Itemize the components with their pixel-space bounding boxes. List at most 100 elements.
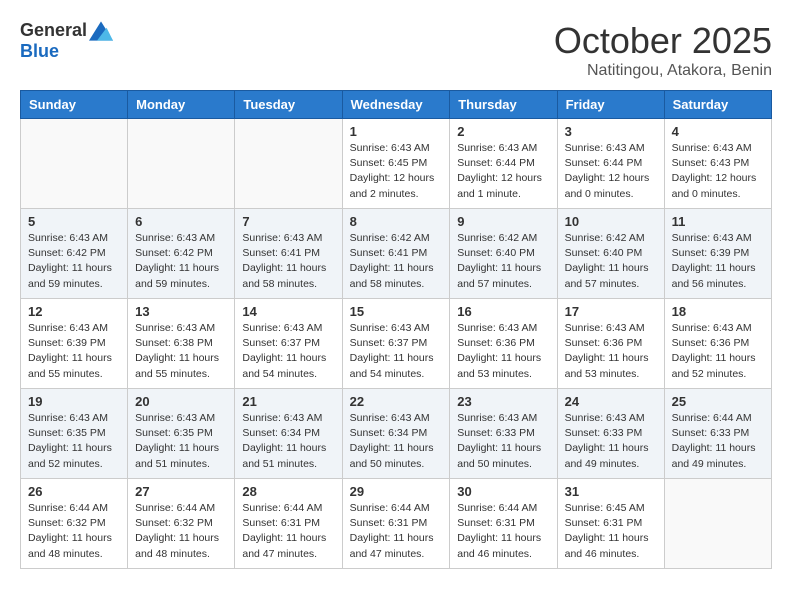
day-number: 1 <box>350 124 443 139</box>
calendar-cell: 22 Sunrise: 6:43 AM Sunset: 6:34 PM Dayli… <box>342 389 450 479</box>
day-info: Sunrise: 6:43 AM Sunset: 6:39 PM Dayligh… <box>672 231 764 292</box>
calendar-cell: 30 Sunrise: 6:44 AM Sunset: 6:31 PM Dayli… <box>450 479 557 569</box>
calendar-cell: 6Sunrise: 6:43 AM Sunset: 6:42 PM Daylig… <box>128 209 235 299</box>
calendar-cell: 26Sunrise: 6:44 AM Sunset: 6:32 PM Dayli… <box>21 479 128 569</box>
day-info: Sunrise: 6:43 AM Sunset: 6:38 PM Dayligh… <box>135 321 227 382</box>
day-info: Sunrise: 6:44 AM Sunset: 6:33 PM Dayligh… <box>672 411 764 472</box>
day-number: 31 <box>565 484 657 499</box>
day-number: 22 <box>350 394 443 409</box>
calendar-cell <box>235 119 342 209</box>
day-number: 11 <box>672 214 764 229</box>
calendar-cell: 5Sunrise: 6:43 AM Sunset: 6:42 PM Daylig… <box>21 209 128 299</box>
weekday-header: Thursday <box>450 91 557 119</box>
calendar-cell: 21 Sunrise: 6:43 AM Sunset: 6:34 PM Dayli… <box>235 389 342 479</box>
day-number: 12 <box>28 304 120 319</box>
day-info: Sunrise: 6:43 AM Sunset: 6:33 PM Dayligh… <box>565 411 657 472</box>
day-number: 13 <box>135 304 227 319</box>
calendar-cell: 11 Sunrise: 6:43 AM Sunset: 6:39 PM Dayli… <box>664 209 771 299</box>
logo-blue-text: Blue <box>20 41 59 62</box>
day-info: Sunrise: 6:43 AM Sunset: 6:44 PM Dayligh… <box>457 141 549 202</box>
calendar-week-row: 26 Sunrise: 6:44 AM Sunset: 6:32 PM Dayli… <box>21 479 772 569</box>
day-number: 17 <box>565 304 657 319</box>
day-info: Sunrise: 6:44 AM Sunset: 6:32 PM Dayligh… <box>135 501 227 562</box>
day-number: 15 <box>350 304 443 319</box>
weekday-header: Sunday <box>21 91 128 119</box>
day-info: Sunrise: 6:43 AM Sunset: 6:37 PM Dayligh… <box>242 321 334 382</box>
day-info: Sunrise: 6:43 AM Sunset: 6:35 PM Dayligh… <box>135 411 227 472</box>
day-number: 28 <box>242 484 334 499</box>
calendar-cell: 18 Sunrise: 6:43 AM Sunset: 6:36 PM Dayli… <box>664 299 771 389</box>
day-number: 7 <box>242 214 334 229</box>
calendar-cell: 14 Sunrise: 6:43 AM Sunset: 6:37 PM Dayli… <box>235 299 342 389</box>
day-info: Sunrise: 6:42 AM Sunset: 6:40 PM Dayligh… <box>457 231 549 292</box>
calendar-cell: 7 Sunrise: 6:43 AM Sunset: 6:41 PM Daylig… <box>235 209 342 299</box>
day-info: Sunrise: 6:42 AM Sunset: 6:40 PM Dayligh… <box>565 231 657 292</box>
day-number: 10 <box>565 214 657 229</box>
day-info: Sunrise: 6:43 AM Sunset: 6:42 PM Dayligh… <box>135 231 227 292</box>
weekday-header: Wednesday <box>342 91 450 119</box>
weekday-header-row: SundayMondayTuesdayWednesdayThursdayFrid… <box>21 91 772 119</box>
day-number: 24 <box>565 394 657 409</box>
calendar-cell: 20Sunrise: 6:43 AM Sunset: 6:35 PM Dayli… <box>128 389 235 479</box>
calendar-cell: 31Sunrise: 6:45 AM Sunset: 6:31 PM Dayli… <box>557 479 664 569</box>
calendar-table: SundayMondayTuesdayWednesdayThursdayFrid… <box>20 90 772 569</box>
calendar-cell: 19 Sunrise: 6:43 AM Sunset: 6:35 PM Dayli… <box>21 389 128 479</box>
day-number: 4 <box>672 124 764 139</box>
calendar-cell: 13 Sunrise: 6:43 AM Sunset: 6:38 PM Dayli… <box>128 299 235 389</box>
calendar-cell: 4Sunrise: 6:43 AM Sunset: 6:43 PM Daylig… <box>664 119 771 209</box>
day-number: 25 <box>672 394 764 409</box>
day-info: Sunrise: 6:43 AM Sunset: 6:34 PM Dayligh… <box>242 411 334 472</box>
calendar-cell: 28 Sunrise: 6:44 AM Sunset: 6:31 PM Dayli… <box>235 479 342 569</box>
day-info: Sunrise: 6:44 AM Sunset: 6:31 PM Dayligh… <box>242 501 334 562</box>
day-info: Sunrise: 6:43 AM Sunset: 6:44 PM Dayligh… <box>565 141 657 202</box>
month-title: October 2025 <box>554 20 772 62</box>
day-number: 23 <box>457 394 549 409</box>
calendar-week-row: 12 Sunrise: 6:43 AM Sunset: 6:39 PM Dayli… <box>21 299 772 389</box>
day-number: 3 <box>565 124 657 139</box>
day-info: Sunrise: 6:43 AM Sunset: 6:36 PM Dayligh… <box>672 321 764 382</box>
calendar-cell: 16 Sunrise: 6:43 AM Sunset: 6:36 PM Dayli… <box>450 299 557 389</box>
title-area: October 2025 Natitingou, Atakora, Benin <box>554 20 772 80</box>
logo-general-text: General <box>20 20 87 41</box>
weekday-header: Monday <box>128 91 235 119</box>
day-number: 18 <box>672 304 764 319</box>
day-info: Sunrise: 6:43 AM Sunset: 6:39 PM Dayligh… <box>28 321 120 382</box>
calendar-cell: 10 Sunrise: 6:42 AM Sunset: 6:40 PM Dayli… <box>557 209 664 299</box>
location-text: Natitingou, Atakora, Benin <box>554 62 772 80</box>
calendar-week-row: 1Sunrise: 6:43 AM Sunset: 6:45 PM Daylig… <box>21 119 772 209</box>
calendar-cell: 9 Sunrise: 6:42 AM Sunset: 6:40 PM Daylig… <box>450 209 557 299</box>
weekday-header: Friday <box>557 91 664 119</box>
calendar-cell: 8Sunrise: 6:42 AM Sunset: 6:41 PM Daylig… <box>342 209 450 299</box>
day-number: 21 <box>242 394 334 409</box>
calendar-cell <box>664 479 771 569</box>
calendar-cell: 3 Sunrise: 6:43 AM Sunset: 6:44 PM Daylig… <box>557 119 664 209</box>
day-number: 30 <box>457 484 549 499</box>
weekday-header: Tuesday <box>235 91 342 119</box>
day-info: Sunrise: 6:42 AM Sunset: 6:41 PM Dayligh… <box>350 231 443 292</box>
calendar-cell: 23 Sunrise: 6:43 AM Sunset: 6:33 PM Dayli… <box>450 389 557 479</box>
day-number: 14 <box>242 304 334 319</box>
day-number: 27 <box>135 484 227 499</box>
day-number: 16 <box>457 304 549 319</box>
calendar-cell <box>128 119 235 209</box>
calendar-cell: 27 Sunrise: 6:44 AM Sunset: 6:32 PM Dayli… <box>128 479 235 569</box>
logo: General Blue <box>20 20 113 62</box>
day-info: Sunrise: 6:43 AM Sunset: 6:35 PM Dayligh… <box>28 411 120 472</box>
calendar-week-row: 19 Sunrise: 6:43 AM Sunset: 6:35 PM Dayli… <box>21 389 772 479</box>
day-info: Sunrise: 6:43 AM Sunset: 6:34 PM Dayligh… <box>350 411 443 472</box>
logo-icon <box>89 21 113 41</box>
day-info: Sunrise: 6:43 AM Sunset: 6:41 PM Dayligh… <box>242 231 334 292</box>
day-number: 2 <box>457 124 549 139</box>
day-info: Sunrise: 6:44 AM Sunset: 6:31 PM Dayligh… <box>457 501 549 562</box>
day-info: Sunrise: 6:43 AM Sunset: 6:42 PM Dayligh… <box>28 231 120 292</box>
day-info: Sunrise: 6:43 AM Sunset: 6:33 PM Dayligh… <box>457 411 549 472</box>
day-number: 9 <box>457 214 549 229</box>
calendar-cell: 15Sunrise: 6:43 AM Sunset: 6:37 PM Dayli… <box>342 299 450 389</box>
day-number: 26 <box>28 484 120 499</box>
page-header: General Blue October 2025 Natitingou, At… <box>20 20 772 80</box>
calendar-cell: 25 Sunrise: 6:44 AM Sunset: 6:33 PM Dayli… <box>664 389 771 479</box>
day-info: Sunrise: 6:43 AM Sunset: 6:36 PM Dayligh… <box>565 321 657 382</box>
day-info: Sunrise: 6:43 AM Sunset: 6:36 PM Dayligh… <box>457 321 549 382</box>
day-number: 19 <box>28 394 120 409</box>
calendar-cell: 2 Sunrise: 6:43 AM Sunset: 6:44 PM Daylig… <box>450 119 557 209</box>
